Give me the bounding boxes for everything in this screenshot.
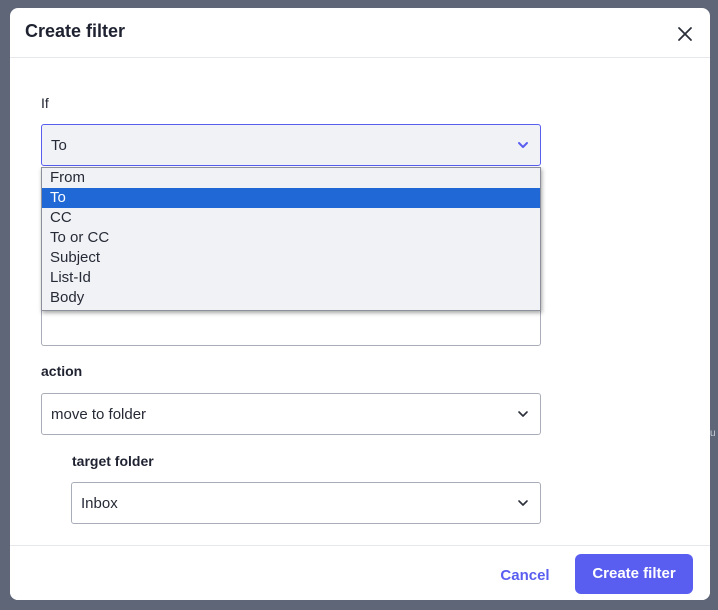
chevron-down-icon — [518, 142, 528, 148]
cancel-button[interactable]: Cancel — [488, 562, 562, 590]
create-filter-dialog: Create filter If To From To CC To or CC … — [10, 8, 710, 600]
action-select[interactable]: move to folder — [41, 393, 541, 435]
background-edge-text: u — [710, 428, 716, 439]
option-subject[interactable]: Subject — [42, 248, 540, 268]
chevron-down-icon — [518, 500, 528, 506]
option-cc[interactable]: CC — [42, 208, 540, 228]
action-label: action — [41, 363, 83, 379]
dialog-header: Create filter — [10, 8, 710, 58]
dialog-title: Create filter — [25, 21, 126, 41]
option-body[interactable]: Body — [42, 288, 540, 308]
target-folder-select[interactable]: Inbox — [71, 482, 541, 524]
condition-field-select[interactable]: To — [41, 124, 541, 166]
chevron-down-icon — [518, 411, 528, 417]
if-label: If — [41, 95, 49, 111]
close-button[interactable] — [673, 22, 697, 46]
condition-field-value: To — [51, 136, 67, 154]
option-list-id[interactable]: List-Id — [42, 268, 540, 288]
target-folder-label: target folder — [72, 453, 154, 469]
target-folder-value: Inbox — [81, 494, 118, 512]
close-icon — [678, 27, 692, 41]
condition-field-dropdown: From To CC To or CC Subject List-Id Body — [41, 167, 541, 311]
option-to[interactable]: To — [42, 188, 540, 208]
dialog-footer: Cancel Create filter — [10, 545, 710, 600]
action-value: move to folder — [51, 405, 147, 423]
option-to-or-cc[interactable]: To or CC — [42, 228, 540, 248]
option-from[interactable]: From — [42, 168, 540, 188]
create-filter-button[interactable]: Create filter — [575, 554, 693, 594]
